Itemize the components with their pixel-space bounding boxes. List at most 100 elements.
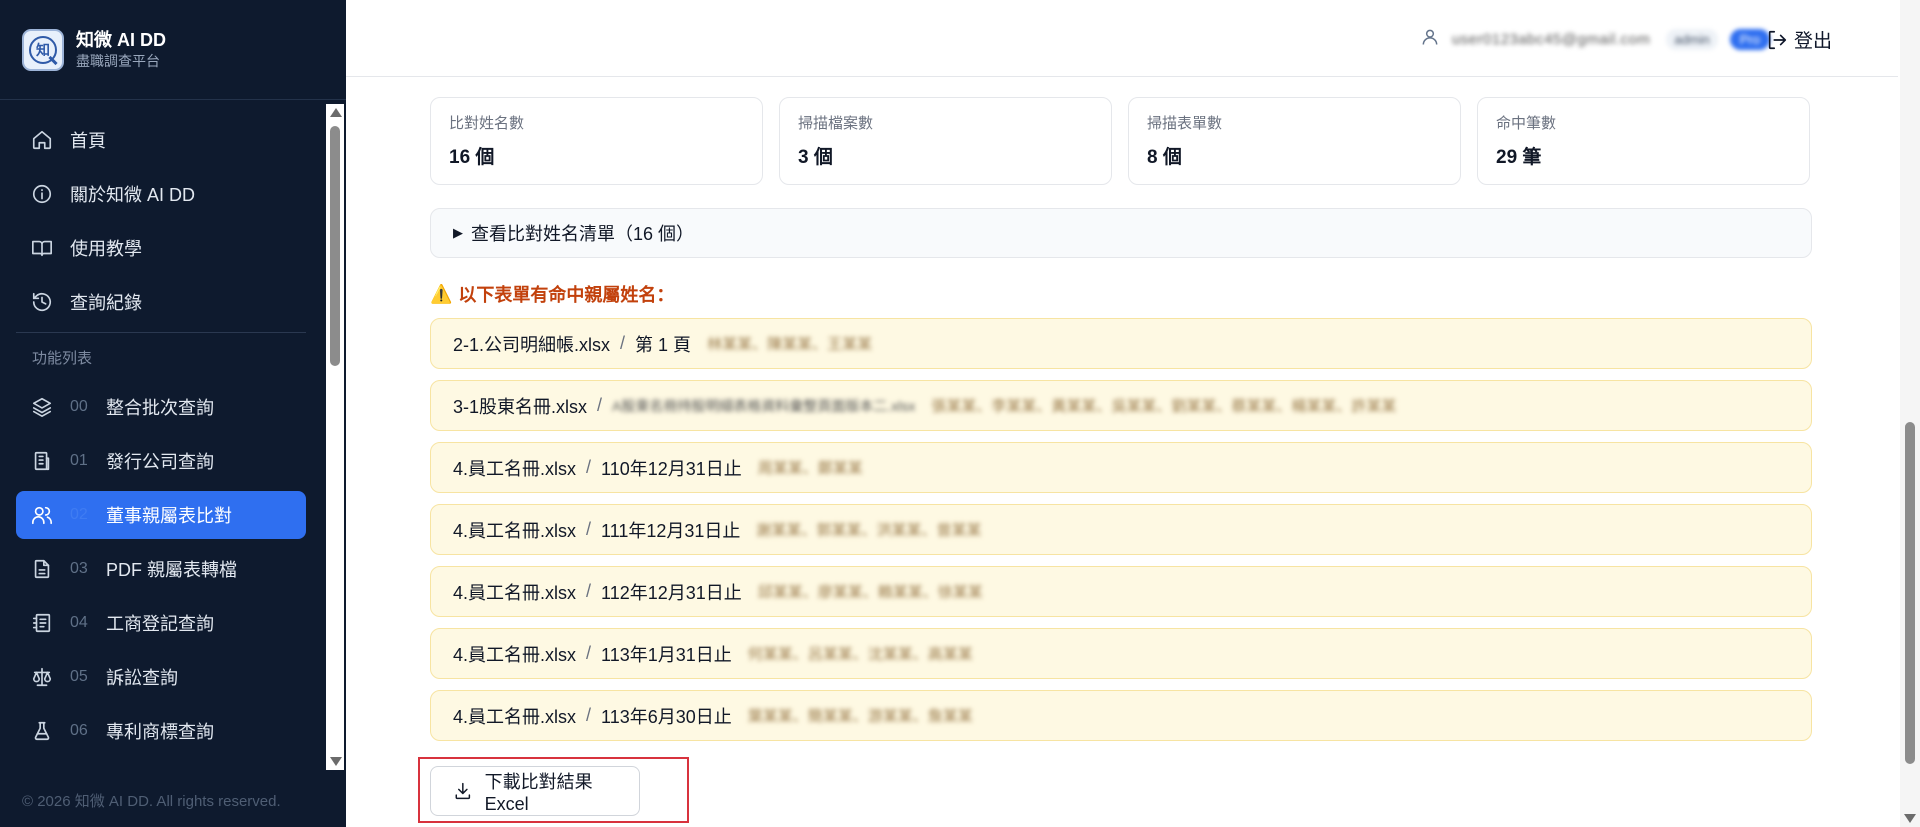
main-content: 比對姓名數 16 個 掃描檔案數 3 個 掃描表單數 8 個 命中筆數 29 筆… [430, 97, 1812, 752]
stats-row: 比對姓名數 16 個 掃描檔案數 3 個 掃描表單數 8 個 命中筆數 29 筆 [430, 97, 1812, 185]
sidebar-nav: 首頁 關於知微 AI DD 使用教學 查詢紀錄 功能列表 00 整合批次查詢 0… [16, 116, 306, 761]
copyright-footer: © 2026 知微 AI DD. All rights reserved. [22, 793, 281, 810]
top-header: user0123abc45@gmail.com admin Pro 登出 [346, 0, 1898, 77]
hit-sheet: 113年6月30日止 [601, 706, 732, 727]
stat-label: 掃描檔案數 [798, 115, 874, 132]
sidebar-item-number: 06 [70, 722, 88, 739]
sidebar-item-batch-query[interactable]: 00 整合批次查詢 [16, 383, 306, 431]
file-text-icon [30, 557, 54, 581]
user-info: user0123abc45@gmail.com admin Pro [1420, 24, 1770, 54]
expand-triangle-icon: ▶ [453, 225, 463, 240]
sidebar-item-issuer-query[interactable]: 01 發行公司查詢 [16, 437, 306, 485]
hit-warning-text: 以下表單有命中親屬姓名： [458, 285, 675, 305]
hit-names: 周某某、鄭某某 [757, 460, 863, 477]
hit-row: 4.員工名冊.xlsx/ 113年1月31日止 何某某、呂某某、沈某某、高某某 [430, 628, 1812, 679]
hit-file: 4.員工名冊.xlsx [453, 706, 577, 727]
hit-row: 2-1.公司明細帳.xlsx / 第 1 頁 林某某、陳某某、王某某 [430, 318, 1812, 369]
hit-file: 4.員工名冊.xlsx [453, 520, 577, 541]
logo: 知 [22, 28, 64, 71]
nav-scroll-area: 首頁 關於知微 AI DD 使用教學 查詢紀錄 功能列表 00 整合批次查詢 0… [0, 100, 346, 770]
sidebar-item-label: 查詢紀錄 [70, 293, 142, 313]
hit-file: 4.員工名冊.xlsx [453, 644, 577, 665]
hit-sheet: 112年12月31日止 [601, 582, 742, 603]
download-excel-label: 下載比對結果 Excel [484, 771, 593, 814]
sidebar-item-label: 關於知微 AI DD [70, 185, 196, 205]
sidebar-item-relatives-compare[interactable]: 02 董事親屬表比對 [16, 491, 306, 539]
sidebar-item-label: 專利商標查詢 [106, 722, 214, 742]
nav-section-title: 功能列表 [32, 350, 93, 367]
stat-card-sheets: 掃描表單數 8 個 [1128, 97, 1461, 185]
hit-row: 4.員工名冊.xlsx/ 113年6月30日止 葉某某、簡某某、游某某、詹某某 [430, 690, 1812, 741]
sidebar-scrollbar-thumb[interactable] [330, 126, 340, 366]
name-list-toggle-label: 查看比對姓名清單（16 個） [471, 224, 695, 244]
hit-sheet: A股東名冊持股明細表格資料彙整頁面版本二.xlsx [612, 397, 916, 414]
home-icon [30, 128, 54, 152]
sidebar-item-number: 05 [70, 668, 88, 685]
logout-label: 登出 [1793, 31, 1832, 52]
stat-value: 8 個 [1147, 147, 1182, 168]
sidebar-item-number: 03 [70, 560, 88, 577]
user-email: user0123abc45@gmail.com [1451, 30, 1651, 48]
sidebar-item-pdf-convert[interactable]: 03 PDF 親屬表轉檔 [16, 545, 306, 593]
users-icon [30, 503, 54, 527]
name-list-toggle[interactable]: ▶ 查看比對姓名清單（16 個） [430, 208, 1812, 258]
hit-sheet: 111年12月31日止 [601, 520, 741, 541]
book-icon [30, 236, 54, 260]
hit-file: 2-1.公司明細帳.xlsx [453, 334, 611, 355]
sidebar-item-home[interactable]: 首頁 [16, 116, 306, 164]
scroll-up-arrow-icon[interactable] [330, 108, 342, 117]
user-icon [1420, 27, 1440, 52]
hit-row: 3-1股東名冊.xlsx / A股東名冊持股明細表格資料彙整頁面版本二.xlsx … [430, 380, 1812, 431]
stat-label: 掃描表單數 [1147, 115, 1223, 132]
download-icon [455, 782, 471, 800]
page-scrollbar[interactable] [1900, 0, 1920, 827]
hit-file: 3-1股東名冊.xlsx [453, 396, 588, 417]
building-icon [30, 449, 54, 473]
scroll-down-arrow-icon[interactable] [1904, 814, 1916, 823]
flask-icon [30, 719, 54, 743]
sidebar-item-number: 04 [70, 614, 88, 631]
download-excel-button[interactable]: 下載比對結果 Excel [430, 766, 640, 816]
sidebar-item-history[interactable]: 查詢紀錄 [16, 278, 306, 326]
nav-divider [16, 332, 306, 333]
sidebar-item-label: 工商登記查詢 [106, 614, 214, 634]
sidebar-item-label: 發行公司查詢 [106, 452, 214, 472]
hit-names: 何某某、呂某某、沈某某、高某某 [747, 646, 973, 663]
logout-button[interactable]: 登出 [1766, 26, 1832, 53]
sidebar-item-about[interactable]: 關於知微 AI DD [16, 170, 306, 218]
layers-icon [30, 395, 54, 419]
sidebar-item-label: 使用教學 [70, 239, 142, 259]
hit-names: 邱某某、廖某某、賴某某、徐某某 [757, 584, 983, 601]
register-icon [30, 611, 54, 635]
brand[interactable]: 知 知微 AI DD 盡職調查平台 [0, 0, 346, 100]
hit-names: 張某某、李某某、黃某某、吳某某、劉某某、蔡某某、楊某某、許某某 [931, 398, 1397, 415]
hit-sheet: 第 1 頁 [635, 334, 692, 355]
stat-card-names: 比對姓名數 16 個 [430, 97, 763, 185]
stat-card-hits: 命中筆數 29 筆 [1477, 97, 1810, 185]
scroll-down-arrow-icon[interactable] [330, 757, 342, 766]
hit-sheet: 110年12月31日止 [601, 458, 742, 479]
sidebar-scrollbar[interactable] [326, 104, 344, 770]
hit-row: 4.員工名冊.xlsx/ 110年12月31日止 周某某、鄭某某 [430, 442, 1812, 493]
sidebar-item-business-registration[interactable]: 04 工商登記查詢 [16, 599, 306, 647]
brand-subtitle: 盡職調查平台 [76, 52, 160, 69]
sidebar-item-label: 訴訟查詢 [106, 668, 178, 688]
warning-icon: ⚠️ [430, 283, 453, 304]
sidebar-item-label: 首頁 [70, 131, 106, 151]
logout-icon [1768, 30, 1787, 49]
stat-card-files: 掃描檔案數 3 個 [779, 97, 1112, 185]
page-scrollbar-thumb[interactable] [1905, 422, 1915, 764]
sidebar-item-label: PDF 親屬表轉檔 [106, 560, 238, 580]
hit-warning: ⚠️ 以下表單有命中親屬姓名： [430, 280, 1812, 308]
sidebar-item-tutorial[interactable]: 使用教學 [16, 224, 306, 272]
hit-file: 4.員工名冊.xlsx [453, 458, 577, 479]
hit-row: 4.員工名冊.xlsx/ 111年12月31日止 謝某某、郭某某、洪某某、曾某某 [430, 504, 1812, 555]
sidebar-item-label: 董事親屬表比對 [106, 506, 232, 526]
sidebar: 知 知微 AI DD 盡職調查平台 首頁 關於知微 AI DD 使用教學 查詢紀… [0, 0, 346, 827]
info-icon [30, 182, 54, 206]
hit-names: 林某某、陳某某、王某某 [707, 336, 873, 353]
sidebar-item-patent-trademark[interactable]: 06 專利商標查詢 [16, 707, 306, 755]
brand-title: 知微 AI DD [76, 29, 166, 50]
sidebar-item-litigation[interactable]: 05 訴訟查詢 [16, 653, 306, 701]
sidebar-item-number: 01 [70, 452, 88, 469]
